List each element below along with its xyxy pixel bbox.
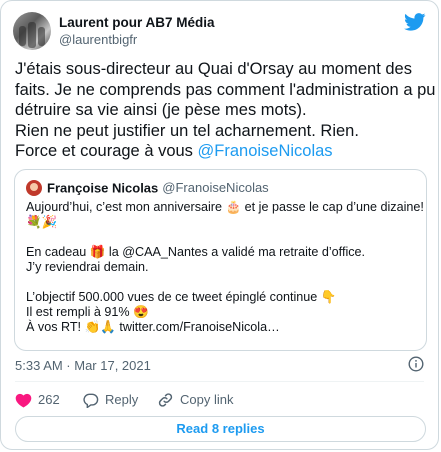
twitter-bird-icon[interactable]	[404, 13, 426, 31]
read-replies-button[interactable]: Read 8 replies	[15, 416, 426, 442]
divider	[15, 381, 424, 382]
quoted-line: Aujourd’hui, c’est mon anniversaire 🎂 et…	[26, 200, 424, 214]
quoted-line: J’y reviendrai demain.	[26, 260, 149, 274]
quoted-tweet[interactable]: Françoise Nicolas @FranoiseNicolas Aujour…	[14, 169, 427, 351]
quoted-line: L’objectif 500.000 vues de ce tweet épin…	[26, 290, 337, 304]
copy-link-button[interactable]: Copy link	[157, 391, 233, 409]
tweet-header: Laurent pour AB7 Média @laurentbigfr	[13, 11, 426, 51]
info-icon[interactable]	[408, 356, 424, 372]
quoted-tweet-body: Aujourd’hui, c’est mon anniversaire 🎂 et…	[26, 200, 424, 335]
link-icon	[158, 392, 173, 407]
like-count: 262	[38, 392, 60, 407]
quoted-line: Il est rempli à 91% 😍	[26, 305, 149, 319]
tweet-line: faits. Je ne comprends pas comment l'adm…	[15, 80, 436, 99]
quoted-author-name: Françoise Nicolas	[47, 180, 159, 196]
mention-link[interactable]: @FranoiseNicolas	[198, 142, 333, 160]
quoted-line: À vos RT! 👏🙏 twitter.com/FranoiseNicola…	[26, 320, 280, 334]
author-handle[interactable]: @laurentbigfr	[59, 32, 215, 48]
quoted-line: 💐🎉	[26, 215, 58, 229]
heart-icon	[15, 393, 32, 408]
author-display-name[interactable]: Laurent pour AB7 Média	[59, 15, 215, 31]
author-block[interactable]: Laurent pour AB7 Média @laurentbigfr	[59, 15, 215, 48]
quoted-line: En cadeau 🎁 la @CAA_Nantes a validé ma r…	[26, 245, 366, 259]
quoted-tweet-header: Françoise Nicolas @FranoiseNicolas	[26, 179, 269, 196]
tweet-line: détruire sa vie ainsi (je pèse mes mots)…	[15, 101, 307, 119]
tweet-card: Laurent pour AB7 Média @laurentbigfr J'é…	[0, 0, 439, 450]
tweet-timestamp[interactable]: 5:33 AM · Mar 17, 2021	[15, 358, 151, 373]
quoted-author-handle: @FranoiseNicolas	[162, 180, 269, 196]
reply-label: Reply	[105, 392, 139, 407]
reply-icon	[83, 393, 99, 409]
like-button[interactable]: 262	[15, 391, 60, 409]
copy-link-label: Copy link	[180, 392, 234, 407]
tweet-last-line: Force et courage à vous @FranoiseNicolas	[15, 141, 430, 162]
author-avatar[interactable]	[13, 12, 51, 50]
tweet-last-line-text: Force et courage à vous	[15, 142, 198, 160]
tweet-line: J'étais sous-directeur au Quai d'Orsay a…	[15, 60, 412, 78]
tweet-line: Rien ne peut justifier un tel acharnemen…	[15, 121, 359, 140]
tweet-body: J'étais sous-directeur au Quai d'Orsay a…	[15, 59, 436, 162]
reply-button[interactable]: Reply	[82, 391, 138, 409]
quoted-author-avatar	[26, 179, 42, 196]
